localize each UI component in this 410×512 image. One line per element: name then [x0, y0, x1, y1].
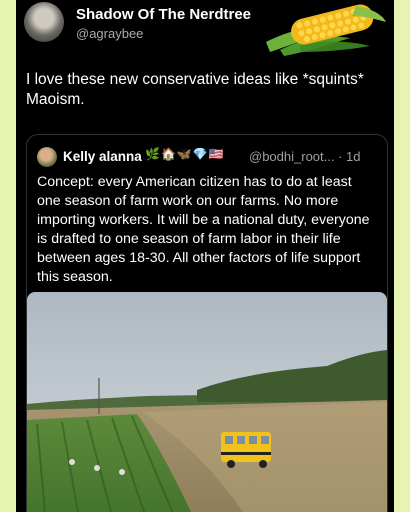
quoted-tweet[interactable]: Kelly alanna 🌿🏠🦋💎🇺🇸 @bodhi_root... · 1d …: [26, 134, 388, 512]
quoted-tweet-text: Concept: every American citizen has to d…: [37, 174, 370, 285]
quoted-name-emojis: 🌿🏠🦋💎🇺🇸: [145, 147, 225, 161]
corn-sticker-icon: [266, 4, 386, 56]
display-name[interactable]: Shadow Of The Nerdtree: [76, 6, 251, 23]
user-avatar[interactable]: [24, 2, 64, 42]
tweet-text: I love these new conservative ideas like…: [26, 71, 364, 108]
tweet-card: Shadow Of The Nerdtree @agraybee I love …: [16, 0, 394, 512]
user-handle[interactable]: @agraybee: [76, 26, 143, 41]
quoted-handle-time[interactable]: @bodhi_root... · 1d: [249, 149, 360, 164]
farm-photo[interactable]: [27, 292, 387, 512]
quoted-display-name[interactable]: Kelly alanna: [63, 149, 142, 164]
quoted-user-avatar[interactable]: [37, 147, 57, 167]
